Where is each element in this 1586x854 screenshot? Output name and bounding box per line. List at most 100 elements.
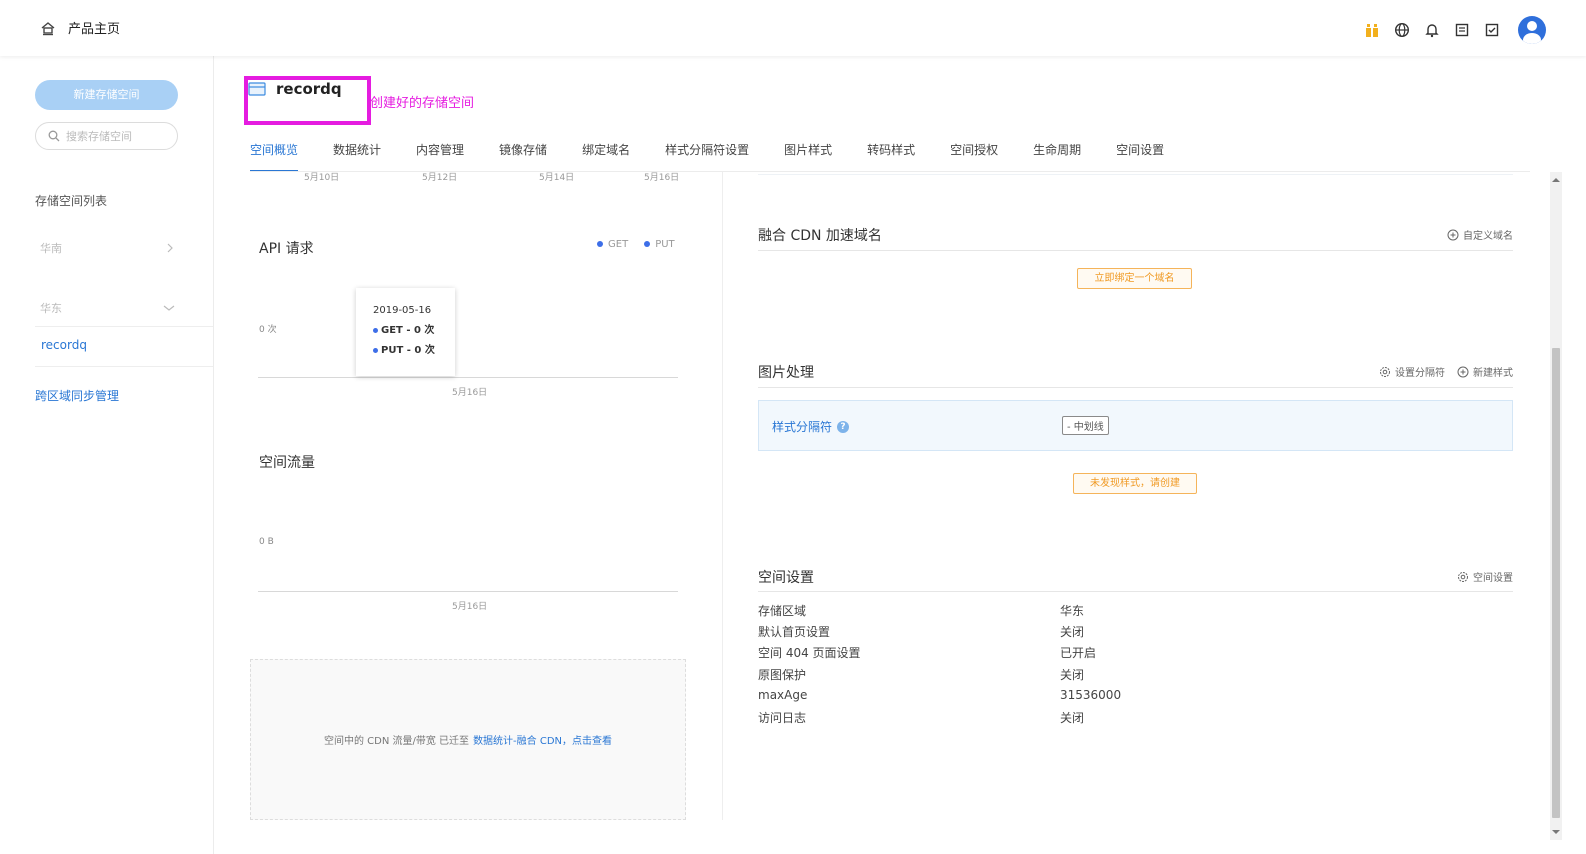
tab-statistics[interactable]: 数据统计 (333, 141, 381, 172)
space-settings-action[interactable]: 空间设置 (1457, 569, 1513, 584)
setting-value: 华东 (1060, 604, 1085, 618)
top-icons (1364, 16, 1546, 44)
divider (35, 326, 213, 327)
tab-bar: 空间概览 数据统计 内容管理 镜像存储 绑定域名 样式分隔符设置 图片样式 转码… (250, 141, 1199, 172)
tab-mirror[interactable]: 镜像存储 (499, 141, 547, 172)
axis-tick-label: 5月12日 (422, 173, 458, 183)
custom-domain-action[interactable]: 自定义域名 (1447, 227, 1513, 242)
chevron-right-icon (167, 243, 173, 253)
gear-icon (1458, 571, 1468, 582)
tab-transcode-style[interactable]: 转码样式 (867, 141, 915, 172)
cdn-notice-text: 空间中的 CDN 流量/带宽 已迁至 (323, 736, 470, 747)
create-style-button[interactable]: 未发现样式，请创建 (1073, 473, 1197, 494)
bucket-list-title: 存储空间列表 (35, 194, 108, 208)
cross-region-sync-link[interactable]: 跨区域同步管理 (35, 387, 119, 404)
new-style-action[interactable]: 新建样式 (1457, 364, 1513, 379)
bell-icon[interactable] (1424, 22, 1440, 38)
legend-dot (644, 241, 651, 247)
new-bucket-button[interactable]: 新建存储空间 (35, 80, 178, 110)
tab-lifecycle[interactable]: 生命周期 (1033, 141, 1081, 172)
api-chart-baseline (258, 377, 678, 378)
image-section-actions: 设置分隔符 新建样式 (1379, 364, 1513, 379)
help-icon[interactable]: ? (837, 420, 850, 433)
traffic-chart-x-tick: 5月16日 (452, 602, 488, 612)
space-settings-label: 空间设置 (1473, 573, 1513, 584)
avatar[interactable] (1518, 16, 1546, 44)
vertical-scrollbar[interactable] (1550, 172, 1562, 840)
plus-circle-icon (1457, 366, 1469, 377)
bucket-item-recordq[interactable]: recordq (41, 338, 87, 352)
series-dot (373, 347, 378, 353)
home-link[interactable]: 产品主页 (40, 18, 120, 37)
checklist-icon[interactable] (1484, 22, 1500, 38)
legend-label: PUT (655, 239, 675, 250)
legend-label: GET (608, 239, 629, 250)
series-dot (373, 327, 378, 333)
scroll-up-arrow[interactable] (1552, 178, 1560, 182)
axis-tick-label: 5月16日 (644, 173, 680, 183)
setting-key: 存储区域 (758, 604, 807, 618)
separator-value-tag: - 中划线 (1062, 416, 1109, 435)
document-icon[interactable] (1454, 22, 1470, 38)
search-icon (48, 130, 60, 142)
bucket-search[interactable] (35, 122, 178, 150)
annotation-highlight-box (244, 76, 371, 125)
separator-label: 样式分隔符 ? (772, 418, 850, 435)
tooltip-get: GET - 0 次 (373, 321, 455, 336)
region-east-china[interactable]: 华东 (40, 300, 175, 316)
top-bar: 产品主页 (0, 0, 1586, 56)
home-label: 产品主页 (68, 22, 121, 37)
tab-overview[interactable]: 空间概览 (250, 141, 299, 172)
gear-icon (1380, 366, 1390, 377)
axis-tick-label: 5月14日 (539, 173, 575, 183)
legend-dot (597, 241, 603, 247)
scrollbar-thumb[interactable] (1552, 348, 1560, 818)
separator-label-text: 样式分隔符 (772, 420, 833, 434)
api-chart-title: API 请求 (259, 241, 314, 257)
tab-settings[interactable]: 空间设置 (1116, 141, 1164, 172)
region-label: 华南 (40, 242, 62, 255)
tab-style-separator[interactable]: 样式分隔符设置 (665, 141, 749, 172)
settings-section-title: 空间设置 (758, 570, 814, 586)
search-input[interactable] (66, 129, 166, 143)
home-icon (41, 21, 55, 35)
custom-domain-label: 自定义域名 (1463, 231, 1513, 242)
bind-domain-button[interactable]: 立即绑定一个域名 (1077, 268, 1192, 289)
traffic-chart-baseline (258, 591, 678, 592)
setting-value: 已开启 (1060, 646, 1097, 660)
section-divider (758, 387, 1513, 388)
plus-circle-icon (1447, 229, 1459, 240)
gift-icon[interactable] (1364, 22, 1380, 38)
tab-content[interactable]: 内容管理 (416, 141, 464, 172)
annotation-text: 创建好的存储空间 (370, 96, 475, 111)
column-divider (722, 172, 723, 820)
region-south-china[interactable]: 华南 (40, 240, 175, 256)
separator-panel (758, 400, 1513, 451)
tab-domain[interactable]: 绑定域名 (582, 141, 630, 172)
traffic-chart-y-tick: 0 B (259, 537, 274, 547)
set-separator-label: 设置分隔符 (1395, 368, 1445, 379)
setting-value: 关闭 (1060, 625, 1085, 639)
api-chart-y-tick: 0 次 (259, 325, 277, 335)
scroll-down-arrow[interactable] (1552, 830, 1560, 834)
setting-key: 默认首页设置 (758, 625, 831, 639)
tab-image-style[interactable]: 图片样式 (784, 141, 832, 172)
legend-item-get[interactable]: GET (597, 239, 628, 250)
sidebar: 新建存储空间 存储空间列表 华南 华东 recordq 跨区域同步管理 (0, 56, 214, 854)
setting-key: 访问日志 (758, 711, 807, 725)
cdn-section-title: 融合 CDN 加速域名 (758, 228, 882, 244)
api-chart-tooltip: 2019-05-16 GET - 0 次 PUT - 0 次 (356, 288, 455, 376)
api-chart-x-tick: 5月16日 (452, 388, 488, 398)
tab-authorization[interactable]: 空间授权 (950, 141, 998, 172)
setting-value: 关闭 (1060, 711, 1085, 725)
section-divider (758, 591, 1513, 592)
divider (35, 366, 213, 367)
cdn-migration-notice: 空间中的 CDN 流量/带宽 已迁至 数据统计-融合 CDN，点击查看 (250, 659, 686, 820)
set-separator-action[interactable]: 设置分隔符 (1379, 364, 1445, 379)
api-chart-legend: GET PUT (597, 239, 675, 250)
axis-tick-label: 5月10日 (304, 173, 340, 183)
tooltip-date: 2019-05-16 (373, 305, 432, 316)
globe-icon[interactable] (1394, 22, 1410, 38)
legend-item-put[interactable]: PUT (644, 239, 675, 250)
cdn-notice-link[interactable]: 数据统计-融合 CDN，点击查看 (473, 732, 612, 747)
